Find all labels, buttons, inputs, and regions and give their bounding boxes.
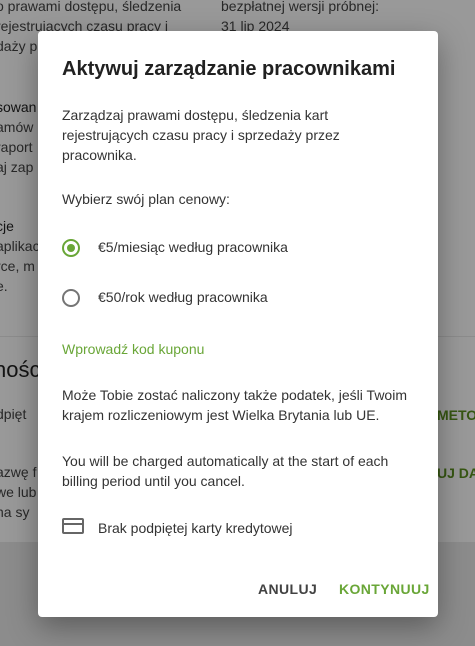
billing-note: You will be charged automatically at the… (62, 453, 389, 489)
continue-button[interactable]: KONTYNUUJ (339, 581, 430, 597)
tax-note: Może Tobie zostać naliczony także podate… (62, 387, 407, 423)
activate-employee-management-dialog: Aktywuj zarządzanie pracownikami Zarządz… (38, 31, 438, 617)
radio-checked-icon[interactable] (62, 239, 80, 257)
plan-option-label: €5/miesiąc według pracownika (98, 239, 288, 255)
dialog-title: Aktywuj zarządzanie pracownikami (62, 58, 396, 80)
plan-prompt: Wybierz swój plan cenowy: (62, 191, 230, 207)
radio-unchecked-icon[interactable] (62, 289, 80, 307)
dialog-description: Zarządzaj prawami dostępu, śledzenia kar… (62, 107, 340, 163)
coupon-link[interactable]: Wprowadź kod kuponu (62, 341, 204, 357)
credit-card-icon (62, 518, 84, 534)
cancel-button[interactable]: ANULUJ (258, 581, 317, 597)
plan-option-monthly[interactable]: €5/miesiąc według pracownika (62, 238, 414, 262)
plan-option-label: €50/rok według pracownika (98, 289, 268, 305)
card-status: Brak podpiętej karty kredytowej (98, 520, 293, 536)
plan-option-yearly[interactable]: €50/rok według pracownika (62, 288, 414, 312)
